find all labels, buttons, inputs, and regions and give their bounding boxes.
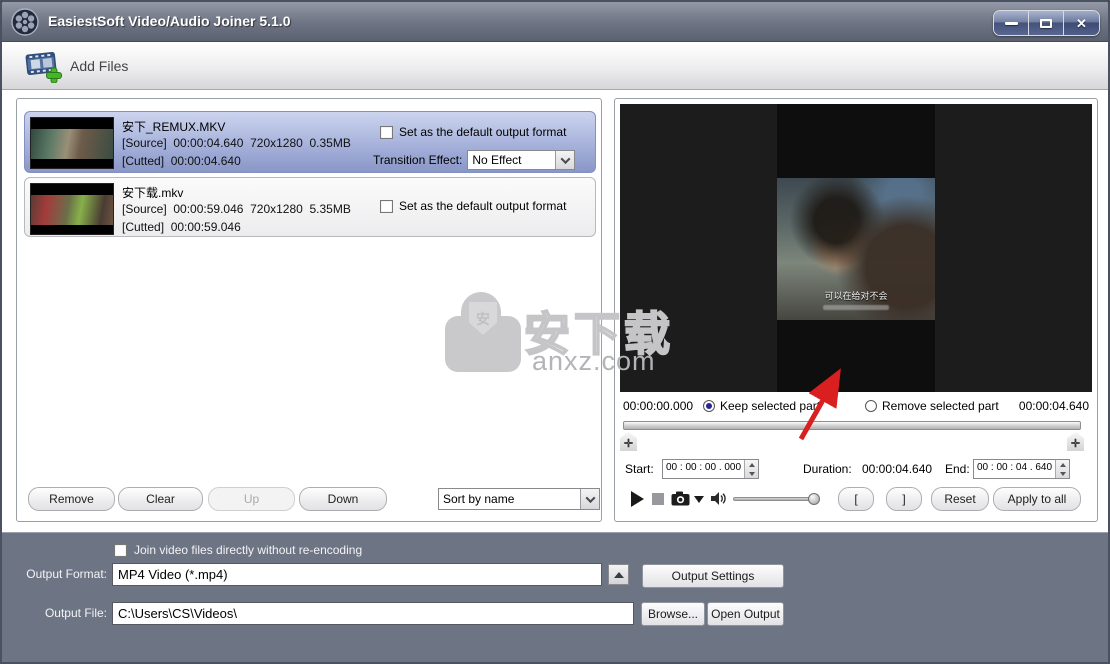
start-time-value: 00 : 00 : 00 . 000 — [666, 462, 742, 473]
volume-slider[interactable] — [733, 493, 820, 505]
add-files-button[interactable]: Add Files — [14, 46, 138, 86]
join-directly-label: Join video files directly without re-enc… — [134, 543, 363, 557]
output-format-field[interactable]: MP4 Video (*.mp4) — [112, 563, 602, 586]
add-files-icon — [25, 52, 62, 83]
apply-to-all-button[interactable]: Apply to all — [993, 487, 1081, 511]
file-source-info: [Source] 00:00:59.046 720x1280 5.35MB — [122, 202, 351, 216]
playback-controls: [ ] Reset Apply to all — [615, 487, 1097, 513]
film-reel-icon — [11, 8, 39, 36]
remove-selected-radio[interactable] — [865, 400, 877, 412]
up-button[interactable]: Up — [208, 487, 295, 511]
video-thumbnail — [30, 183, 114, 235]
triangle-up-icon — [613, 571, 624, 578]
file-row[interactable]: 安下载.mkv [Source] 00:00:59.046 720x1280 5… — [24, 177, 596, 237]
file-row-selected[interactable]: 安下_REMUX.MKV [Source] 00:00:04.640 720x1… — [24, 111, 596, 173]
remove-selected-label: Remove selected part — [882, 399, 999, 413]
close-icon: ✕ — [1076, 15, 1087, 31]
window-title: EasiestSoft Video/Audio Joiner 5.1.0 — [48, 13, 291, 29]
file-source-info: [Source] 00:00:04.640 720x1280 0.35MB — [122, 136, 351, 150]
sort-value: Sort by name — [443, 492, 515, 506]
list-buttons-row: Remove Clear Up Down Sort by name — [17, 487, 601, 517]
down-button[interactable]: Down — [299, 487, 387, 511]
format-dropup-button[interactable] — [608, 564, 629, 585]
main-area: 安下_REMUX.MKV [Source] 00:00:04.640 720x1… — [2, 90, 1108, 532]
end-time-value: 00 : 00 : 04 . 640 — [977, 462, 1053, 473]
video-preview[interactable]: 可以在给对不会 — [620, 104, 1092, 392]
file-list-panel: 安下_REMUX.MKV [Source] 00:00:04.640 720x1… — [16, 98, 602, 522]
trim-options-row: 00:00:00.000 Keep selected part Remove s… — [615, 397, 1097, 415]
volume-icon[interactable] — [711, 492, 727, 505]
default-format-row: Set as the default output format — [380, 125, 566, 139]
clip-start-time: 00:00:00.000 — [623, 399, 694, 413]
subtitle-secondary-line — [822, 305, 890, 310]
window-controls: ✕ — [993, 10, 1100, 36]
output-file-label: Output File: — [44, 606, 107, 620]
clip-end-time: 00:00:04.640 — [1018, 399, 1089, 413]
start-time-spinner[interactable]: 00 : 00 : 00 . 000 — [662, 459, 759, 479]
video-frame: 可以在给对不会 — [777, 104, 935, 392]
spinner-arrows-icon[interactable] — [1055, 460, 1069, 478]
join-directly-checkbox[interactable] — [114, 543, 127, 557]
transition-effect-value: No Effect — [472, 153, 522, 167]
minimize-icon — [1004, 21, 1018, 25]
keep-selected-radio[interactable] — [703, 400, 715, 412]
play-icon[interactable] — [631, 491, 644, 507]
keep-selected-label: Keep selected part — [720, 399, 821, 413]
transition-effect-row: Transition Effect: No Effect — [373, 150, 576, 170]
output-bar: Join video files directly without re-enc… — [2, 532, 1108, 662]
maximize-button[interactable] — [1029, 11, 1064, 35]
close-button[interactable]: ✕ — [1064, 11, 1099, 35]
remove-button[interactable]: Remove — [28, 487, 115, 511]
video-picture: 可以在给对不会 — [777, 178, 935, 320]
default-format-row: Set as the default output format — [380, 199, 566, 213]
default-format-checkbox[interactable] — [380, 199, 393, 213]
browse-button[interactable]: Browse... — [641, 602, 705, 626]
trim-slider-track[interactable] — [623, 421, 1081, 430]
preview-panel: 可以在给对不会 00:00:00.000 Keep selected part … — [614, 98, 1098, 522]
toolbar: Add Files — [2, 43, 1108, 90]
add-files-label: Add Files — [70, 58, 129, 74]
output-file-input[interactable]: C:\Users\CS\Videos\ — [112, 602, 634, 625]
start-label: Start: — [625, 462, 654, 476]
default-format-checkbox[interactable] — [380, 125, 393, 139]
title-bar: EasiestSoft Video/Audio Joiner 5.1.0 ✕ — [2, 2, 1108, 42]
trim-end-handle[interactable]: ✛ — [1067, 432, 1084, 451]
stop-icon[interactable] — [652, 493, 664, 505]
file-cutted-info: [Cutted] 00:00:59.046 — [122, 220, 241, 234]
clear-button[interactable]: Clear — [118, 487, 203, 511]
output-format-label: Output Format: — [26, 567, 107, 581]
default-format-label: Set as the default output format — [399, 199, 567, 213]
file-name: 安下_REMUX.MKV — [122, 120, 226, 134]
volume-slider-thumb[interactable] — [808, 493, 820, 505]
duration-label: Duration: — [803, 462, 852, 476]
default-format-label: Set as the default output format — [399, 125, 567, 139]
end-time-spinner[interactable]: 00 : 00 : 04 . 640 — [973, 459, 1070, 479]
join-directly-row: Join video files directly without re-enc… — [114, 543, 362, 557]
subtitle-text: 可以在给对不会 — [824, 291, 888, 301]
maximize-icon — [1040, 18, 1052, 28]
spinner-arrows-icon[interactable] — [744, 460, 758, 478]
snapshot-camera-icon[interactable] — [671, 491, 690, 506]
trim-times-row: Start: 00 : 00 : 00 . 000 Duration: 00:0… — [615, 459, 1097, 481]
chevron-down-icon[interactable] — [580, 489, 599, 509]
duration-value: 00:00:04.640 — [862, 462, 933, 476]
snapshot-dropdown-icon[interactable] — [694, 496, 704, 503]
chevron-down-icon[interactable] — [555, 151, 575, 169]
sort-select[interactable]: Sort by name — [438, 488, 600, 510]
video-thumbnail — [30, 117, 114, 169]
mark-in-button[interactable]: [ — [838, 487, 874, 511]
transition-effect-select[interactable]: No Effect — [467, 150, 576, 170]
reset-button[interactable]: Reset — [931, 487, 989, 511]
minimize-button[interactable] — [994, 11, 1029, 35]
trim-start-handle[interactable]: ✛ — [620, 432, 637, 451]
mark-out-button[interactable]: ] — [886, 487, 922, 511]
file-name: 安下载.mkv — [122, 186, 184, 200]
app-window: EasiestSoft Video/Audio Joiner 5.1.0 ✕ A… — [0, 0, 1110, 664]
output-settings-button[interactable]: Output Settings — [642, 564, 784, 588]
open-output-button[interactable]: Open Output — [707, 602, 784, 626]
transition-effect-label: Transition Effect: — [373, 153, 463, 167]
file-cutted-info: [Cutted] 00:00:04.640 — [122, 154, 241, 168]
end-label: End: — [945, 462, 970, 476]
